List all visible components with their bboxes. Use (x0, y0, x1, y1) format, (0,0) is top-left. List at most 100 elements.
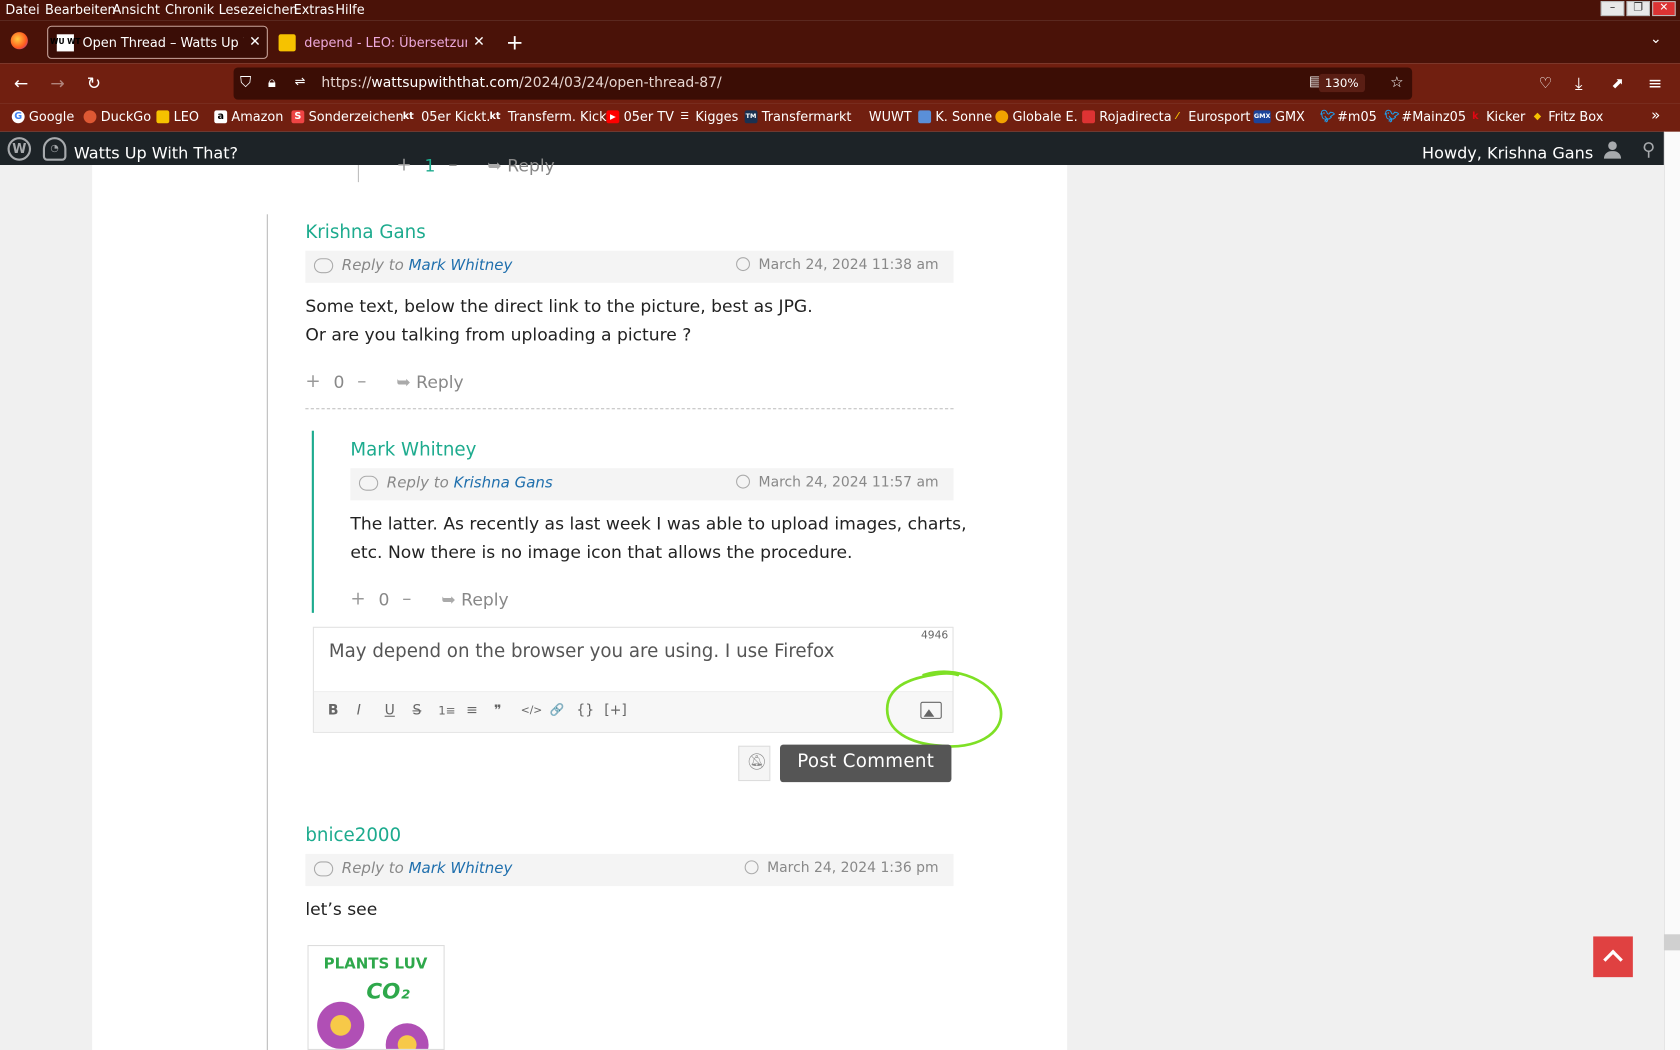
pocket-icon[interactable]: ♡ (1539, 75, 1552, 92)
upvote-icon[interactable]: + (305, 371, 320, 392)
bookmark-duckgo[interactable]: DuckGo (83, 109, 151, 124)
close-window-icon[interactable]: ✕ (1652, 1, 1676, 17)
spoiler-button[interactable]: [+] (604, 703, 627, 719)
minimize-icon[interactable]: – (1600, 1, 1625, 17)
bookmark-sonderzeichen[interactable]: S Sonderzeichen (291, 109, 404, 124)
tab-bar: WU WT Open Thread – Watts Up With T ✕ de… (0, 20, 1680, 64)
menu-ansicht[interactable]: Ansicht (113, 2, 160, 17)
upvote-icon[interactable]: + (396, 154, 411, 175)
lock-icon[interactable]: 🔒︎ (268, 74, 276, 91)
permissions-icon[interactable]: ⇌ (295, 74, 306, 89)
menu-datei[interactable]: Datei (5, 2, 39, 17)
close-tab-icon[interactable]: ✕ (243, 34, 267, 50)
strike-button[interactable]: S (413, 703, 422, 719)
bullet-list-button[interactable]: ≡ (466, 703, 478, 719)
underline-button[interactable]: U (385, 703, 395, 719)
wp-howdy-user[interactable]: Howdy, Krishna Gans (1422, 144, 1593, 163)
bookmark-kicker[interactable]: k Kicker (1469, 109, 1525, 124)
menu-hilfe[interactable]: Hilfe (335, 2, 364, 17)
bookmark-05er-kickt[interactable]: kt 05er Kickt. (400, 109, 491, 124)
transfermarkt-icon: TM (744, 110, 758, 124)
bookmarks-overflow-icon[interactable]: » (1651, 107, 1660, 124)
back-icon[interactable]: ← (14, 73, 28, 93)
reply-link[interactable]: ➥ Reply (441, 589, 508, 609)
reply-to-link[interactable]: Mark Whitney (409, 860, 513, 877)
wordpress-logo-icon[interactable]: W (7, 137, 32, 161)
downvote-icon[interactable]: – (402, 588, 411, 609)
editor-text[interactable]: May depend on the browser you are using.… (329, 641, 834, 662)
code-button[interactable]: </> (521, 705, 543, 717)
subscribe-button[interactable]: 🔕︎ (738, 745, 771, 782)
reply-to-link[interactable]: Mark Whitney (409, 257, 513, 274)
search-icon[interactable]: ⚲ (1642, 139, 1655, 160)
reload-icon[interactable]: ↻ (87, 73, 101, 93)
scrollbar[interactable] (1663, 131, 1680, 1050)
bookmark-google[interactable]: G Google (11, 109, 74, 124)
bookmark-m05[interactable]: 🐦︎ #m05 (1320, 109, 1377, 124)
bold-button[interactable]: B (328, 703, 339, 719)
bookmark-mainz05[interactable]: 🐦︎ #Mainz05 (1384, 109, 1466, 124)
comment-author[interactable]: bnice2000 (305, 825, 401, 846)
downvote-icon[interactable]: – (448, 154, 457, 175)
menu-lesezeichen[interactable]: Lesezeichen (219, 2, 298, 17)
zoom-indicator[interactable]: 130% (1318, 73, 1366, 93)
wp-site-name[interactable]: Watts Up With That? (74, 144, 238, 163)
user-avatar-icon[interactable] (1603, 141, 1622, 159)
plants-luv-co2-image[interactable]: PLANTS LUV CO₂ (307, 945, 445, 1050)
reply-to-link[interactable]: Krishna Gans (454, 475, 553, 492)
menu-bearbeiten[interactable]: Bearbeiten (45, 2, 116, 17)
comment-meta: Reply to Mark Whitney March 24, 2024 11:… (305, 250, 954, 283)
url-bar[interactable]: ⛉ 🔒︎ ⇌ https://wattsupwiththat.com/2024/… (233, 67, 1413, 100)
downvote-icon[interactable]: – (357, 371, 366, 392)
bookmark-star-icon[interactable]: ☆ (1390, 74, 1403, 91)
tab-leo[interactable]: depend - LEO: Übersetzung im ✕ (270, 26, 491, 59)
bookmark-05er-tv[interactable]: ▶ 05er TV (606, 109, 674, 124)
ordered-list-button[interactable]: 1≡ (438, 704, 455, 718)
reply-editor[interactable]: 4946 May depend on the browser you are u… (312, 626, 954, 733)
bookmark-amazon[interactable]: a Amazon (214, 109, 283, 124)
upvote-icon[interactable]: + (350, 588, 365, 609)
reply-link[interactable]: ➥ Reply (487, 155, 554, 175)
duckduckgo-icon (83, 110, 97, 124)
tab-open-thread[interactable]: WU WT Open Thread – Watts Up With T ✕ (47, 25, 268, 59)
code-block-button[interactable]: {} (576, 703, 594, 719)
forward-icon[interactable]: → (50, 73, 64, 93)
dashboard-icon[interactable]: ◔ (42, 137, 67, 161)
close-tab-icon[interactable]: ✕ (467, 34, 491, 50)
comment-author[interactable]: Krishna Gans (305, 222, 425, 243)
comment-date[interactable]: March 24, 2024 1:36 pm (744, 860, 939, 876)
reply-link[interactable]: ➥ Reply (396, 371, 463, 391)
tab-list-icon[interactable]: ⌄ (1650, 31, 1662, 47)
quote-button[interactable]: ❞ (494, 703, 502, 719)
bookmark-rojadirecta[interactable]: Rojadirecta (1082, 109, 1172, 124)
bookmark-eurosport[interactable]: ⁄ Eurosport (1171, 109, 1251, 124)
bookmark-gmx[interactable]: GMX GMX (1253, 109, 1305, 124)
extensions-icon[interactable]: ⬈ (1611, 75, 1624, 92)
italic-button[interactable]: I (357, 703, 361, 719)
menu-extras[interactable]: Extras (294, 2, 335, 17)
bookmark-wuwt[interactable]: WUWT (869, 109, 912, 124)
back-to-top-button[interactable] (1593, 936, 1633, 978)
bookmark-kigges[interactable]: ☰ Kigges (678, 109, 738, 124)
restore-icon[interactable]: ❐ (1626, 1, 1651, 17)
bookmark-transferm-kickt[interactable]: kt Transferm. Kickt. (486, 109, 615, 124)
comment-date[interactable]: March 24, 2024 11:38 am (736, 257, 939, 273)
shield-icon[interactable]: ⛉ (240, 74, 251, 91)
scrollbar-thumb[interactable] (1663, 934, 1680, 951)
bookmark-globale-e[interactable]: Globale E. (995, 109, 1078, 124)
comment-date[interactable]: March 24, 2024 11:57 am (736, 474, 939, 491)
tab-title: depend - LEO: Übersetzung im (304, 34, 467, 50)
bookmark-transfermarkt[interactable]: TM Transfermarkt (744, 109, 851, 124)
link-button[interactable]: 🔗 (550, 703, 565, 717)
download-icon[interactable]: ⤓ (1575, 73, 1583, 94)
bookmark-leo[interactable]: LEO (156, 109, 199, 124)
bookmark-k-sonne[interactable]: K. Sonne (918, 109, 992, 124)
bookmark-fritz-box[interactable]: ◆ Fritz Box (1531, 109, 1604, 124)
comment-author[interactable]: Mark Whitney (350, 439, 476, 460)
hamburger-menu-icon[interactable]: ≡ (1648, 73, 1662, 93)
menu-chronik[interactable]: Chronik (165, 2, 214, 17)
firefox-icon[interactable] (10, 32, 28, 50)
post-comment-button[interactable]: Post Comment (780, 744, 952, 783)
google-icon: G (11, 110, 25, 124)
new-tab-icon[interactable]: + (506, 29, 524, 55)
